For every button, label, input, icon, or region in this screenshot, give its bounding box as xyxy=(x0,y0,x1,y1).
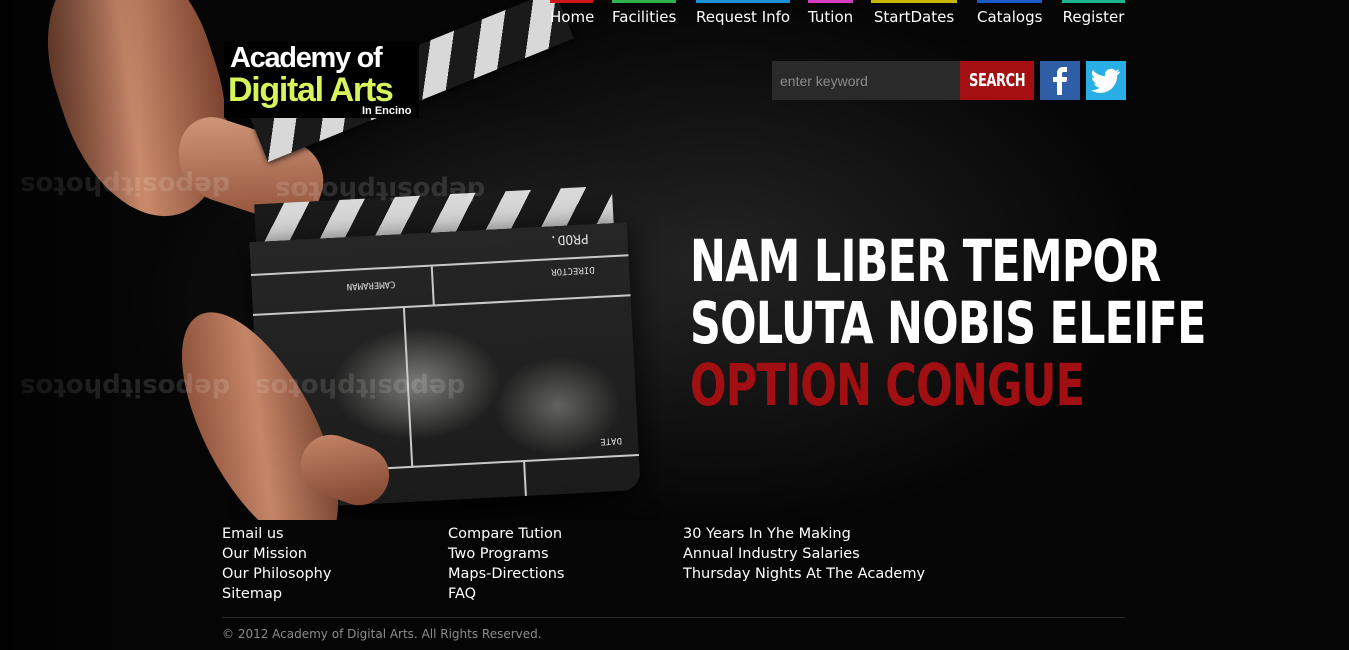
date-label: DATE xyxy=(599,434,623,446)
nav-bar xyxy=(612,0,676,3)
nav-catalogs[interactable]: Catalogs xyxy=(977,0,1042,36)
footer-divider xyxy=(222,617,1125,618)
facebook-icon xyxy=(1053,66,1068,95)
nav-startdates[interactable]: StartDates xyxy=(871,0,957,36)
logo-line-3: In Encino xyxy=(362,105,412,117)
cameraman-label: CAMERAMAN xyxy=(346,278,396,292)
nav-label: Facilities xyxy=(612,8,677,26)
nav-label: Register xyxy=(1062,8,1125,26)
nav-label: Request Info xyxy=(696,8,791,26)
nav-label: Tution xyxy=(808,8,854,26)
nav-bar xyxy=(808,0,853,3)
nav-label: Home xyxy=(550,8,595,26)
search-input[interactable] xyxy=(772,61,960,100)
footer-link-salaries[interactable]: Annual Industry Salaries xyxy=(683,544,860,564)
nav-bar xyxy=(696,0,790,3)
nav-register[interactable]: Register xyxy=(1062,0,1125,36)
watermark: depositphotos xyxy=(20,170,231,200)
footer-link-two-programs[interactable]: Two Programs xyxy=(448,544,549,564)
footer-link-our-philosophy[interactable]: Our Philosophy xyxy=(222,564,331,584)
twitter-icon xyxy=(1091,68,1120,93)
nav-home[interactable]: Home xyxy=(550,0,595,36)
hero-headline: NAM LIBER TEMPOR SOLUTA NOBIS ELEIFE OPT… xyxy=(690,230,1349,416)
footer-link-email-us[interactable]: Email us xyxy=(222,524,284,544)
headline-line-1: NAM LIBER TEMPOR xyxy=(690,227,1161,295)
director-label: DIRECTOR xyxy=(550,264,595,277)
watermark: depositphotos xyxy=(275,175,486,205)
nav-bar xyxy=(1062,0,1125,3)
prod-label: PROD. xyxy=(549,230,590,248)
footer-link-sitemap[interactable]: Sitemap xyxy=(222,584,282,604)
site-logo[interactable]: Academy of Digital Arts In Encino xyxy=(224,42,419,118)
footer-link-maps-directions[interactable]: Maps-Directions xyxy=(448,564,564,584)
nav-tution[interactable]: Tution xyxy=(808,0,853,36)
nav-label: Catalogs xyxy=(977,8,1043,26)
twitter-button[interactable] xyxy=(1086,61,1126,100)
headline-line-3: OPTION CONGUE xyxy=(690,351,1085,419)
footer-link-thursday-nights[interactable]: Thursday Nights At The Academy xyxy=(683,564,925,584)
watermark: depositphotos xyxy=(20,372,231,402)
footer-link-faq[interactable]: FAQ xyxy=(448,584,476,604)
footer-link-30-years[interactable]: 30 Years In Yhe Making xyxy=(683,524,851,544)
nav-request-info[interactable]: Request Info xyxy=(696,0,790,36)
copyright: © 2012 Academy of Digital Arts. All Righ… xyxy=(222,627,542,641)
facebook-button[interactable] xyxy=(1040,61,1080,100)
nav-bar xyxy=(977,0,1042,3)
nav-bar xyxy=(550,0,593,3)
search-button[interactable]: SEARCH xyxy=(960,61,1034,100)
nav-label: StartDates xyxy=(873,8,955,26)
watermark: depositphotos xyxy=(255,372,466,402)
footer-link-compare-tution[interactable]: Compare Tution xyxy=(448,524,562,544)
search-button-label: SEARCH xyxy=(968,70,1026,91)
nav-facilities[interactable]: Facilities xyxy=(612,0,676,36)
nav-bar xyxy=(871,0,957,3)
headline-line-2: SOLUTA NOBIS ELEIFE xyxy=(690,289,1206,357)
footer-link-our-mission[interactable]: Our Mission xyxy=(222,544,307,564)
